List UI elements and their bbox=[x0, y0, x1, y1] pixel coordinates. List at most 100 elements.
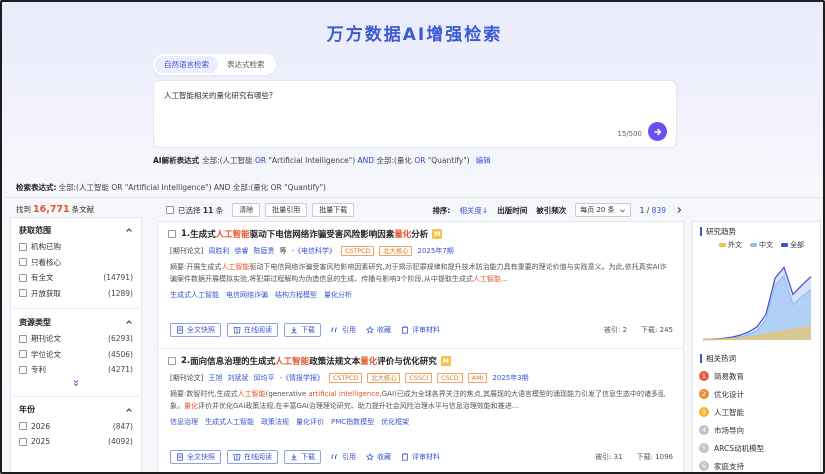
cite-button[interactable]: 引用 bbox=[331, 325, 356, 335]
issue-year[interactable]: 2025年7期 bbox=[417, 246, 453, 256]
filter-count: (847) bbox=[112, 421, 133, 431]
keyword-link[interactable]: 生成式人工智能 bbox=[170, 290, 219, 300]
select-all-checkbox[interactable] bbox=[166, 206, 174, 214]
page-total[interactable]: 839 bbox=[652, 206, 666, 215]
chevron-right-icon[interactable] bbox=[675, 206, 683, 214]
issue-year[interactable]: 2025年3期 bbox=[492, 373, 528, 383]
hot-word-item[interactable]: 2 优化设计 bbox=[693, 385, 820, 403]
expand-more-button[interactable] bbox=[11, 378, 141, 389]
legend-swatch bbox=[750, 243, 757, 247]
filter-item[interactable]: 机构已购 bbox=[11, 239, 141, 255]
filter-item[interactable]: 2025 (4092) bbox=[11, 434, 141, 450]
checkbox[interactable] bbox=[19, 258, 27, 267]
keyword-link[interactable]: 信息治理 bbox=[170, 417, 198, 427]
batch-cite-button[interactable]: 批量引用 bbox=[265, 203, 308, 217]
journal-link[interactable]: -《电信科学》 bbox=[291, 246, 336, 256]
hot-word-item[interactable]: 1 简易教育 bbox=[693, 367, 820, 385]
hot-word-item[interactable]: 6 家庭支持 bbox=[693, 457, 820, 472]
fulltext-button[interactable]: 全文快照 bbox=[170, 323, 221, 337]
keyword-link[interactable]: 电信网络诈骗 bbox=[226, 290, 268, 300]
checkbox[interactable] bbox=[19, 350, 27, 359]
clipboard-icon bbox=[402, 326, 408, 334]
favorite-button[interactable]: 收藏 bbox=[366, 452, 391, 462]
download-button[interactable]: 下载 bbox=[284, 323, 321, 337]
found-prefix: 找到 bbox=[16, 205, 31, 214]
sort-time[interactable]: 出版时间 bbox=[497, 205, 527, 216]
checkbox[interactable] bbox=[19, 242, 27, 251]
author-link[interactable]: 刘斌斌 bbox=[227, 373, 248, 383]
filter-label: 专利 bbox=[31, 365, 46, 375]
author-link[interactable]: 陈庭贵 bbox=[253, 246, 274, 256]
tab-expression[interactable]: 表达式检索 bbox=[218, 56, 274, 73]
download-icon bbox=[291, 327, 297, 334]
read-online-button[interactable]: 在线阅读 bbox=[227, 450, 278, 464]
legend-item[interactable]: 中文 bbox=[750, 240, 773, 250]
btn-label: 评审材料 bbox=[412, 326, 440, 334]
filter-access-header[interactable]: 获取范围 bbox=[11, 221, 141, 239]
result-title[interactable]: 2. 面向信息治理的生成式 人工智能 政策法规文本 量化 评价与优化研究 M bbox=[168, 355, 673, 367]
checkbox[interactable] bbox=[19, 365, 27, 374]
clear-button[interactable]: 清除 bbox=[232, 203, 261, 217]
journal-link[interactable]: -《情报学报》 bbox=[279, 373, 324, 383]
checkbox[interactable] bbox=[168, 230, 176, 238]
batch-download-button[interactable]: 批量下载 bbox=[312, 203, 355, 217]
keyword-link[interactable]: 量化评价 bbox=[296, 417, 324, 427]
filter-year-header[interactable]: 年份 bbox=[11, 401, 141, 419]
sort-cited[interactable]: 被引频次 bbox=[536, 205, 566, 216]
keyword-link[interactable]: 优化框架 bbox=[381, 417, 409, 427]
checkbox[interactable] bbox=[19, 334, 27, 343]
filter-item[interactable]: 专利 (4271) bbox=[11, 362, 141, 378]
hot-word-item[interactable]: 5 ARCS动机模型 bbox=[693, 439, 820, 457]
per-page-select[interactable]: 每页 20 条 bbox=[575, 203, 631, 217]
read-online-button[interactable]: 在线阅读 bbox=[227, 323, 278, 337]
favorite-button[interactable]: 收藏 bbox=[366, 325, 391, 335]
author-link[interactable]: 周胜利 bbox=[208, 246, 229, 256]
cite-button[interactable]: 引用 bbox=[331, 452, 356, 462]
filter-item[interactable]: 有全文 (14791) bbox=[11, 270, 141, 286]
author-link[interactable]: 邱均平 bbox=[253, 373, 274, 383]
result-title[interactable]: 1. 生成式 人工智能 驱动下电信网络诈骗受害风险影响因素 量化 分析 M bbox=[168, 228, 673, 240]
filter-item[interactable]: 只看核心 bbox=[11, 255, 141, 271]
result-meta: [期刊论文] 王旭 刘斌斌 邱均平 -《情报学报》 CSTPCD 北大核心 CS… bbox=[168, 373, 673, 383]
checkbox[interactable] bbox=[19, 289, 27, 298]
checkbox[interactable] bbox=[19, 437, 27, 446]
query-text[interactable]: 人工智能相关的量化研究有哪些? bbox=[164, 90, 273, 101]
send-button[interactable] bbox=[648, 122, 667, 141]
fulltext-button[interactable]: 全文快照 bbox=[170, 450, 221, 464]
filter-resource-header[interactable]: 资源类型 bbox=[11, 313, 141, 331]
legend-item[interactable]: 全部 bbox=[781, 240, 804, 250]
checkbox[interactable] bbox=[19, 273, 27, 282]
download-count: 下载: 245 bbox=[641, 326, 673, 334]
keyword-link[interactable]: 生成式人工智能 bbox=[205, 417, 254, 427]
title-highlight: 人工智能 bbox=[215, 230, 250, 240]
download-button[interactable]: 下载 bbox=[284, 450, 321, 464]
query-input[interactable]: 人工智能相关的量化研究有哪些? 15/500 bbox=[153, 80, 677, 148]
keyword-link[interactable]: 政策法规 bbox=[261, 417, 289, 427]
checkbox[interactable] bbox=[19, 422, 27, 431]
search-mode-tabs: 自然语言检索 表达式检索 bbox=[153, 54, 276, 75]
filter-item[interactable]: 开放获取 (1289) bbox=[11, 286, 141, 302]
filter-item[interactable]: 学位论文 (4506) bbox=[11, 347, 141, 363]
hot-word-item[interactable]: 3 人工智能 bbox=[693, 403, 820, 421]
hot-word-item[interactable]: 4 市场导向 bbox=[693, 421, 820, 439]
index-tag: CSCD bbox=[437, 373, 463, 383]
filter-count: (6293) bbox=[108, 334, 133, 344]
keyword-link[interactable]: 量化分析 bbox=[324, 290, 352, 300]
filter-item[interactable]: 期刊论文 (6293) bbox=[11, 331, 141, 347]
review-material-button[interactable]: 评审材料 bbox=[401, 325, 440, 335]
legend-item[interactable]: 外文 bbox=[719, 240, 742, 250]
download-icon bbox=[291, 454, 297, 461]
title-highlight: 量化 bbox=[360, 357, 378, 367]
author-link[interactable]: 徐睿 bbox=[234, 246, 248, 256]
author-link[interactable]: 王旭 bbox=[208, 373, 222, 383]
filter-label: 机构已购 bbox=[31, 242, 61, 252]
sort-relevance[interactable]: 相关度↓ bbox=[459, 205, 488, 216]
checkbox[interactable] bbox=[168, 357, 176, 365]
result-stats: 被引: 2 下载: 245 bbox=[604, 325, 673, 335]
edit-expression-link[interactable]: 编辑 bbox=[476, 156, 491, 165]
tab-natural-language[interactable]: 自然语言检索 bbox=[155, 56, 218, 73]
keyword-link[interactable]: PMC指数模型 bbox=[331, 417, 374, 427]
review-material-button[interactable]: 评审材料 bbox=[401, 452, 440, 462]
keyword-link[interactable]: 结构方程模型 bbox=[275, 290, 317, 300]
filter-item[interactable]: 2026 (847) bbox=[11, 419, 141, 435]
